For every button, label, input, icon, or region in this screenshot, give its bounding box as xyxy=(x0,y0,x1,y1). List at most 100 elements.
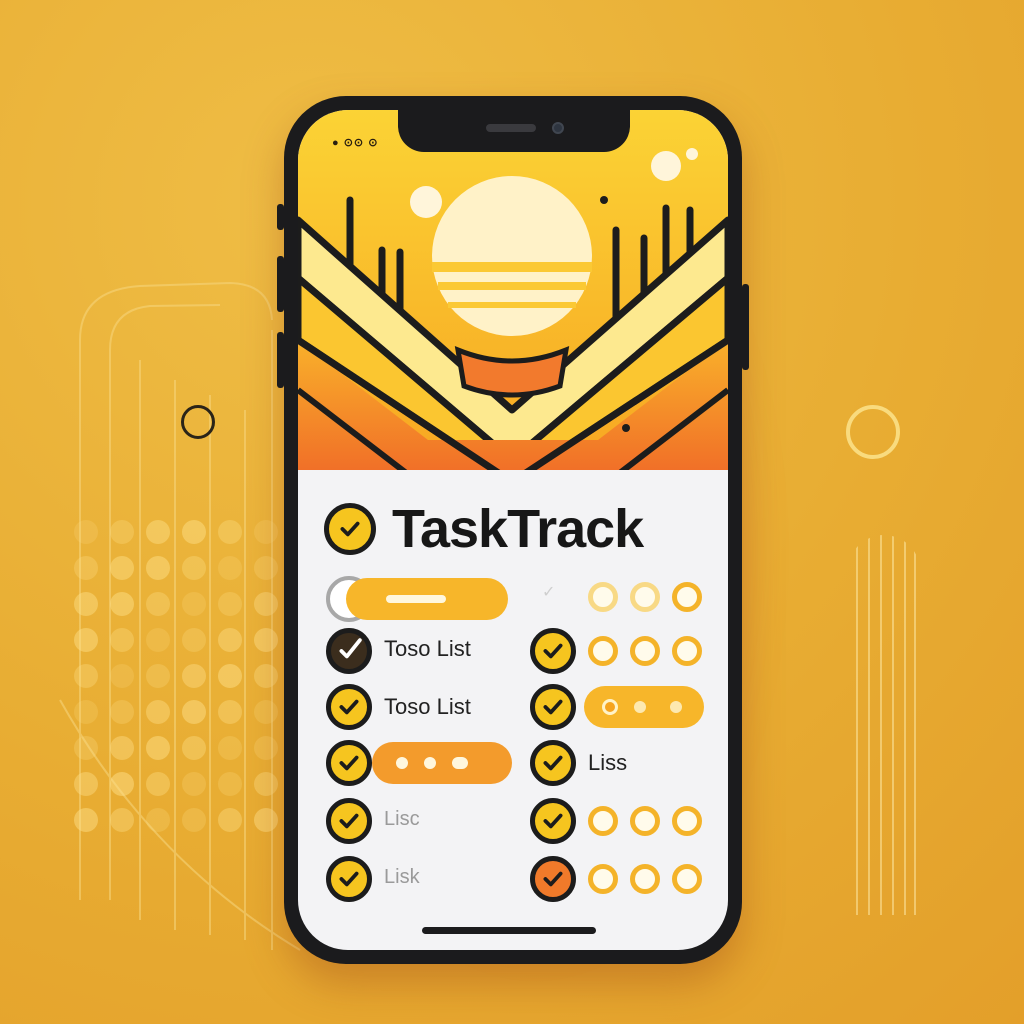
background-dot xyxy=(182,592,206,616)
background-dot xyxy=(146,664,170,688)
background-dot xyxy=(74,700,98,724)
front-camera xyxy=(552,122,564,134)
circle-toggle-icon[interactable] xyxy=(588,636,618,666)
background-dot xyxy=(74,808,98,832)
app-header: TaskTrack xyxy=(324,498,644,560)
background-dot xyxy=(110,520,134,544)
background-dot xyxy=(254,700,278,724)
background-dot xyxy=(218,736,242,760)
background-dot xyxy=(110,700,134,724)
task-label: Toso List xyxy=(384,694,471,719)
background-dot xyxy=(182,700,206,724)
app-logo-check-icon xyxy=(324,503,376,555)
circle-toggle-icon[interactable] xyxy=(630,582,660,612)
circle-toggle-icon[interactable] xyxy=(588,806,618,836)
background-dot xyxy=(110,628,134,652)
circle-toggle-icon[interactable] xyxy=(630,636,660,666)
background-dot xyxy=(182,664,206,688)
background-dot xyxy=(74,772,98,796)
circle-toggle-icon[interactable] xyxy=(630,806,660,836)
background-dot xyxy=(146,808,170,832)
circle-toggle-icon[interactable] xyxy=(588,582,618,612)
background-dot xyxy=(74,520,98,544)
background-dot xyxy=(254,556,278,580)
task-checkbox-checked[interactable] xyxy=(326,798,372,844)
background-dot xyxy=(254,808,278,832)
background-dot xyxy=(110,772,134,796)
background-dot xyxy=(146,628,170,652)
background-dot xyxy=(110,664,134,688)
background-dot xyxy=(218,700,242,724)
notch xyxy=(398,110,630,152)
status-bar: ● ⊙⊙ ⊙ xyxy=(332,137,379,149)
hero-illustration xyxy=(298,110,728,482)
volume-up-button xyxy=(277,256,284,312)
background-dot xyxy=(218,520,242,544)
background-dot xyxy=(182,808,206,832)
background-dot xyxy=(146,556,170,580)
background-dot xyxy=(146,736,170,760)
background-dot xyxy=(218,628,242,652)
task-label: Lisc xyxy=(384,808,420,830)
speaker xyxy=(486,124,536,132)
background-stripe-panel xyxy=(848,535,920,915)
circle-toggle-icon[interactable] xyxy=(630,864,660,894)
background-dot xyxy=(74,628,98,652)
task-label: Lisk xyxy=(384,866,420,888)
power-button xyxy=(742,284,749,370)
background-dot xyxy=(146,592,170,616)
checkmark-icon: ✓ xyxy=(542,584,556,601)
app-title: TaskTrack xyxy=(392,499,644,559)
background-dot xyxy=(110,808,134,832)
background-dot xyxy=(254,736,278,760)
task-checkbox-checked[interactable] xyxy=(326,628,372,674)
background-dot xyxy=(254,592,278,616)
circle-toggle-icon[interactable] xyxy=(672,636,702,666)
background-dot xyxy=(110,592,134,616)
task-checkbox-checked[interactable] xyxy=(530,684,576,730)
background-dot xyxy=(110,556,134,580)
background-dot xyxy=(110,736,134,760)
circle-toggle-icon[interactable] xyxy=(672,582,702,612)
background-dot xyxy=(218,808,242,832)
background-dot xyxy=(74,736,98,760)
background-dot xyxy=(254,772,278,796)
task-checkbox-checked[interactable] xyxy=(326,684,372,730)
background-dot xyxy=(254,664,278,688)
task-checkbox-checked[interactable] xyxy=(530,856,576,902)
decorative-ring xyxy=(181,405,215,439)
background-dot xyxy=(218,772,242,796)
background-dot xyxy=(218,664,242,688)
circle-toggle-icon[interactable] xyxy=(588,864,618,894)
task-checkbox-checked[interactable] xyxy=(530,740,576,786)
progress-pill[interactable] xyxy=(584,686,704,728)
background-dot xyxy=(218,592,242,616)
background-dot xyxy=(182,556,206,580)
task-checkbox-checked[interactable] xyxy=(326,740,372,786)
background-dot xyxy=(146,520,170,544)
background-dot xyxy=(74,556,98,580)
background-dot xyxy=(254,520,278,544)
background-dot xyxy=(74,664,98,688)
task-label: Liss xyxy=(588,750,628,775)
background-dot xyxy=(146,772,170,796)
phone-screen: ● ⊙⊙ ⊙ TaskTrack ✓ Toso List Toso List L… xyxy=(298,110,728,950)
volume-button xyxy=(277,204,284,230)
task-input-pill[interactable] xyxy=(372,742,512,784)
circle-toggle-icon[interactable] xyxy=(672,806,702,836)
background-dot xyxy=(218,556,242,580)
background-dot xyxy=(254,628,278,652)
circle-toggle-icon[interactable] xyxy=(672,864,702,894)
background-dot xyxy=(182,772,206,796)
decorative-ring xyxy=(846,405,900,459)
task-checkbox-checked[interactable] xyxy=(326,856,372,902)
task-checkbox-checked[interactable] xyxy=(530,628,576,674)
phone-device: ● ⊙⊙ ⊙ TaskTrack ✓ Toso List Toso List L… xyxy=(277,96,749,964)
background-dot xyxy=(182,736,206,760)
background-dot xyxy=(182,520,206,544)
task-checkbox-checked[interactable] xyxy=(530,798,576,844)
background-dot xyxy=(74,592,98,616)
task-input-pill[interactable] xyxy=(346,578,508,620)
home-indicator[interactable] xyxy=(422,927,596,934)
task-label: Toso List xyxy=(384,636,471,661)
